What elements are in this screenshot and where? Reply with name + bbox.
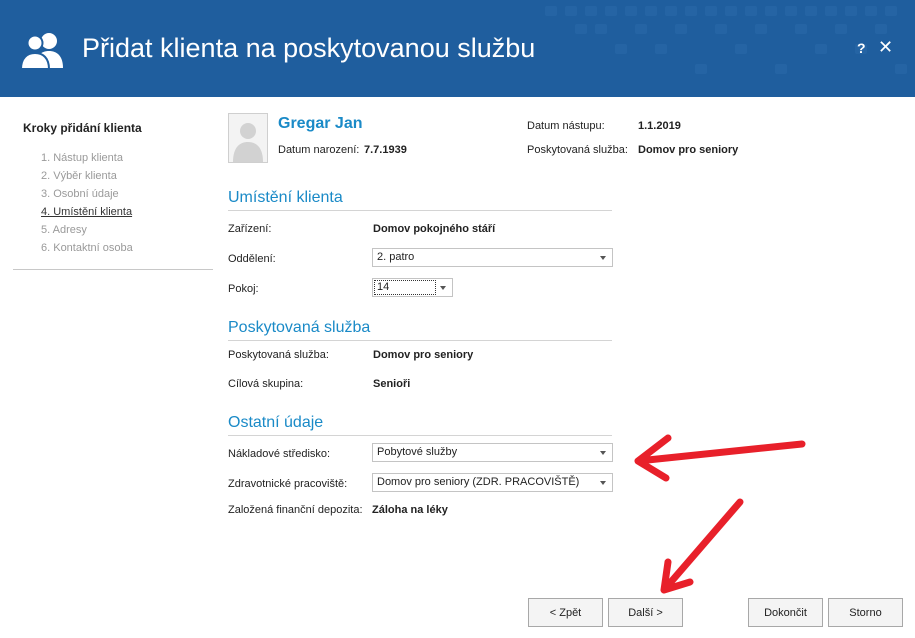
header-service-value: Domov pro seniory [638,144,739,156]
client-name: Gregar Jan [278,115,363,132]
cost-center-select[interactable]: Pobytové služby [372,443,613,462]
header-service-label: Poskytovaná služba: [527,144,628,156]
birth-date-value: 7.7.1939 [364,144,407,156]
target-group-value: Senioři [373,378,411,390]
health-workplace-select-value: Domov pro seniory (ZDR. PRACOVIŠTĚ) [377,476,580,488]
finish-button[interactable]: Dokončit [748,598,823,627]
facility-value: Domov pokojného stáří [373,223,496,235]
room-select[interactable]: 14 [372,278,453,297]
room-label: Pokoj: [228,283,259,295]
cost-center-label: Nákladové středisko: [228,448,331,460]
placement-section-title: Umístění klienta [228,189,343,206]
facility-label: Zařízení: [228,223,272,235]
service-section-title: Poskytovaná služba [228,319,371,336]
service-label: Poskytovaná služba: [228,349,329,361]
other-section-line [228,435,612,436]
chevron-down-icon [600,256,606,260]
client-photo [228,113,268,163]
arrow-to-cost-center-icon [634,434,806,482]
back-button[interactable]: < Zpět [528,598,603,627]
birth-date-label: Datum narození: [278,144,360,156]
start-date-value: 1.1.2019 [638,120,681,132]
step-arrival[interactable]: 1. Nástup klienta [41,152,123,164]
service-value: Domov pro seniory [373,349,474,361]
chevron-down-icon [600,451,606,455]
target-group-label: Cílová skupina: [228,378,304,390]
placement-section-line [228,210,612,211]
next-button[interactable]: Další > [608,598,683,627]
steps-divider [13,269,213,270]
other-section-title: Ostatní údaje [228,414,324,431]
chevron-down-icon [600,481,606,485]
person-silhouette-icon [233,123,263,162]
arrow-to-next-button-icon [660,498,744,594]
room-select-value: 14 [374,280,436,295]
cost-center-select-value: Pobytové služby [377,446,458,458]
step-client-placement[interactable]: 4. Umístění klienta [41,206,132,218]
department-select-value: 2. patro [377,251,415,263]
step-client-selection[interactable]: 2. Výběr klienta [41,170,117,182]
department-select[interactable]: 2. patro [372,248,613,267]
header-pattern [545,6,907,74]
step-addresses[interactable]: 5. Adresy [41,224,87,236]
dialog-header: Přidat klienta na poskytovanou službu ? … [0,0,915,97]
step-contact-person[interactable]: 6. Kontaktní osoba [41,242,133,254]
dialog-title: Přidat klienta na poskytovanou službu [82,33,536,63]
close-button[interactable]: ✕ [878,37,893,58]
chevron-down-icon [440,286,446,290]
steps-title: Kroky přidání klienta [23,121,142,135]
step-personal-data[interactable]: 3. Osobní údaje [41,188,119,200]
help-button[interactable]: ? [857,40,866,56]
deposit-label: Založená finanční depozita: [228,504,363,516]
cancel-button[interactable]: Storno [828,598,903,627]
start-date-label: Datum nástupu: [527,120,605,132]
users-icon [20,33,63,70]
service-section-line [228,340,612,341]
deposit-value: Záloha na léky [372,504,448,516]
health-workplace-label: Zdravotnické pracoviště: [228,478,348,490]
department-label: Oddělení: [228,253,276,265]
health-workplace-select[interactable]: Domov pro seniory (ZDR. PRACOVIŠTĚ) [372,473,613,492]
